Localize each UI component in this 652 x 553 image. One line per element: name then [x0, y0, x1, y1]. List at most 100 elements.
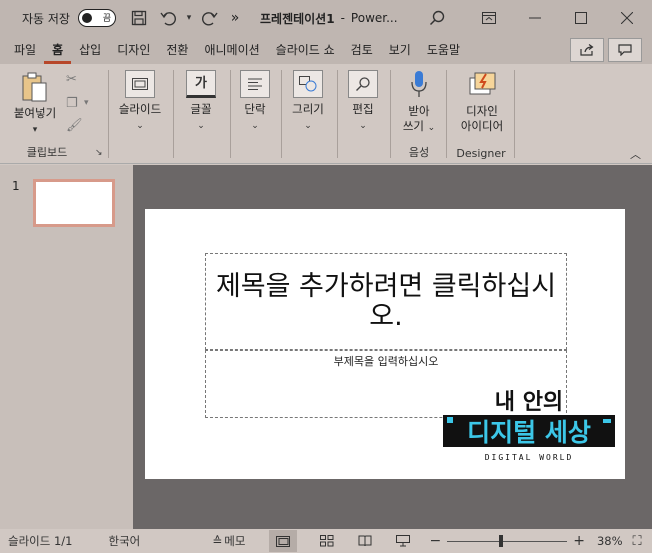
group-separator	[108, 70, 109, 158]
font-icon: 가	[186, 70, 216, 98]
paste-button[interactable]: 붙여넣기 ▾	[6, 70, 64, 138]
editing-button[interactable]: 편집 ⌄	[340, 70, 386, 134]
title-placeholder[interactable]: 제목을 추가하려면 클릭하십시오.	[205, 253, 567, 350]
chevron-down-icon: ⌄	[197, 121, 205, 131]
undo-dropdown-icon[interactable]: ▾	[184, 0, 194, 36]
maximize-icon[interactable]	[558, 0, 604, 36]
editing-label: 편집	[352, 102, 374, 116]
design-ideas-icon	[469, 72, 496, 95]
save-icon[interactable]	[124, 0, 154, 36]
tab-animations[interactable]: 애니메이션	[196, 36, 267, 64]
ribbon-tabs: 파일 홈 삽입 디자인 전환 애니메이션 슬라이드 쇼 검토 보기 도움말	[0, 36, 652, 64]
slide-thumbnail[interactable]	[33, 179, 115, 227]
slide-canvas[interactable]: 제목을 추가하려면 클릭하십시오. 부제목을 입력하십시오 내 안의 디지털 세…	[145, 209, 625, 479]
tab-file[interactable]: 파일	[6, 36, 44, 64]
cut-icon[interactable]: ✂	[66, 72, 77, 87]
fit-to-window-icon[interactable]: ⛶	[633, 534, 642, 549]
reading-view-icon[interactable]	[351, 530, 379, 552]
chevron-down-icon: ⌄	[427, 123, 436, 133]
slide-count: 슬라이드 1/1	[8, 534, 73, 548]
thumbnail-number: 1	[12, 179, 20, 193]
chevron-down-icon: ⌄	[251, 121, 259, 131]
document-title: 프레젠테이션1	[259, 11, 335, 26]
autosave-toggle[interactable]: 끔	[77, 9, 116, 27]
ribbon-display-options-icon[interactable]	[466, 0, 512, 36]
tab-review[interactable]: 검토	[343, 36, 381, 64]
logo-line-1: 내 안의	[495, 390, 563, 415]
redo-icon[interactable]	[194, 0, 224, 36]
find-icon	[348, 70, 378, 98]
design-ideas-button[interactable]: 디자인 아이디어	[452, 70, 512, 134]
tab-transitions[interactable]: 전환	[158, 36, 196, 64]
notes-button[interactable]: ≙ 메모	[212, 533, 245, 549]
slides-label: 슬라이드	[118, 102, 162, 116]
group-separator	[173, 70, 174, 158]
drawing-button[interactable]: 그리기 ⌄	[284, 70, 332, 134]
title-separator: -	[340, 11, 345, 25]
zoom-slider-thumb[interactable]	[499, 534, 504, 547]
group-separator	[337, 70, 338, 158]
group-separator	[514, 70, 515, 158]
tab-slideshow[interactable]: 슬라이드 쇼	[268, 36, 343, 64]
zoom-level[interactable]: 38%	[597, 534, 623, 548]
design-ideas-label-1: 디자인	[466, 104, 498, 118]
tab-home[interactable]: 홈	[44, 36, 72, 64]
design-ideas-label-2: 아이디어	[460, 119, 504, 133]
zoom-in-icon[interactable]: +	[573, 533, 585, 549]
notes-label: 메모	[224, 534, 246, 548]
tab-insert[interactable]: 삽입	[71, 36, 109, 64]
more-commands-icon[interactable]: »	[224, 0, 246, 36]
close-icon[interactable]	[604, 0, 650, 36]
share-button[interactable]	[570, 38, 604, 62]
logo-line-3: DIGITAL WORLD	[485, 453, 574, 462]
designer-group-label: Designer	[456, 147, 506, 160]
minimize-icon[interactable]	[512, 0, 558, 36]
slide-sorter-icon[interactable]	[313, 530, 341, 552]
tab-help[interactable]: 도움말	[419, 36, 468, 64]
format-painter-icon[interactable]: 🖌	[66, 118, 83, 133]
tab-design[interactable]: 디자인	[109, 36, 158, 64]
app-name: Power...	[350, 11, 398, 25]
paragraph-button[interactable]: 단락 ⌄	[232, 70, 278, 134]
designer-group: 디자인 아이디어 Designer	[448, 64, 514, 164]
voice-group-label: 음성	[408, 146, 430, 159]
voice-group: 받아 쓰기 ⌄ 음성	[392, 64, 446, 164]
dictate-button[interactable]: 받아 쓰기 ⌄	[396, 70, 442, 136]
zoom-slider[interactable]	[447, 534, 568, 547]
dialog-launcher-icon[interactable]: ↘	[95, 148, 103, 158]
title-bar: 자동 저장 끔 ▾ » 프레젠테이션1 - Power...	[0, 0, 652, 36]
logo-line-2: 디지털 세상	[467, 418, 591, 447]
copy-dropdown-icon[interactable]: ▾	[84, 98, 89, 108]
chevron-down-icon: ▾	[32, 125, 38, 135]
slides-button[interactable]: 슬라이드 ⌄	[112, 70, 168, 134]
digital-world-logo: 내 안의 디지털 세상 DIGITAL WORLD	[443, 390, 615, 462]
collapse-ribbon-icon[interactable]: ︿	[630, 146, 641, 162]
group-separator	[390, 70, 391, 158]
paste-icon	[22, 72, 47, 102]
search-icon[interactable]	[422, 0, 452, 36]
paragraph-label: 단락	[244, 102, 266, 116]
slideshow-view-icon[interactable]	[389, 530, 417, 552]
dictate-label-2: 쓰기	[402, 119, 424, 133]
paragraph-icon	[240, 70, 270, 98]
status-bar: 슬라이드 1/1 한국어 ≙ 메모 − + 38% ⛶	[0, 529, 652, 553]
toggle-knob	[81, 13, 92, 23]
font-button[interactable]: 가 글꼴 ⌄	[176, 70, 226, 134]
tab-view[interactable]: 보기	[381, 36, 419, 64]
font-label: 글꼴	[190, 102, 212, 116]
comments-button[interactable]	[608, 38, 642, 62]
zoom-out-icon[interactable]: −	[429, 533, 441, 549]
autosave-label: 자동 저장	[22, 11, 70, 26]
language-indicator[interactable]: 한국어	[104, 533, 144, 549]
notes-icon: ≙	[212, 534, 223, 548]
chevron-down-icon: ⌄	[304, 121, 312, 131]
ribbon: 붙여넣기 ▾ ✂ ❐ ▾ 🖌 클립보드 ↘ 슬라이드 ⌄ 가 글꼴 ⌄ 단락 ⌄	[0, 64, 652, 164]
group-separator	[281, 70, 282, 158]
slide-thumbnail-pane: 1	[0, 165, 133, 529]
chevron-down-icon: ⌄	[136, 121, 144, 131]
undo-icon[interactable]	[154, 0, 184, 36]
slide-editing-area: 제목을 추가하려면 클릭하십시오. 부제목을 입력하십시오 내 안의 디지털 세…	[133, 165, 652, 529]
normal-view-icon[interactable]	[269, 530, 298, 552]
copy-icon[interactable]: ❐	[66, 96, 78, 111]
group-separator	[446, 70, 447, 158]
